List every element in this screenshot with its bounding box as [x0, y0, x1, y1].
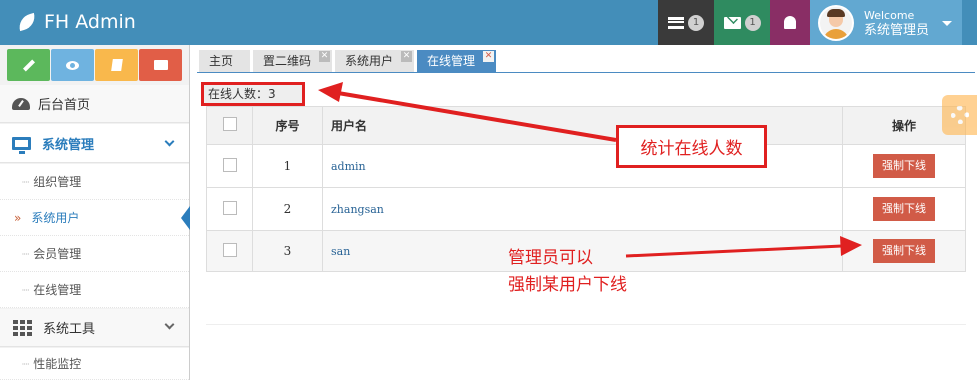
tab-label: 在线管理: [427, 54, 476, 68]
shortcut-book-button[interactable]: [95, 49, 138, 81]
divider: [206, 324, 966, 325]
sidebar: 后台首页 系统管理 ┈ 组织管理 » 系统用户 ┈ 会员管理 ┈ 在线管理 系统…: [0, 45, 190, 380]
active-pointer-icon: [181, 206, 190, 230]
brand[interactable]: FH Admin: [16, 10, 136, 34]
monitor-icon: [12, 136, 31, 154]
leaf-icon: [16, 12, 38, 32]
chevron-up-icon: [164, 136, 175, 147]
sidebar-subitem-label: 组织管理: [33, 175, 82, 189]
arrow-head-count: [318, 82, 343, 102]
tab-home[interactable]: 主页: [199, 50, 250, 72]
close-icon[interactable]: ✕: [401, 51, 412, 62]
sidebar-item-label: 系统工具: [43, 322, 96, 337]
sidebar-subitem-label: 系统用户: [31, 211, 80, 225]
sidebar-subitem-org[interactable]: ┈ 组织管理: [0, 164, 189, 200]
sidebar-item-system-tools[interactable]: 系统工具: [0, 309, 189, 347]
tab-label: 置二维码: [263, 54, 312, 68]
settings-toggle[interactable]: [942, 95, 977, 135]
tab-system-users[interactable]: 系统用户 ✕: [335, 50, 414, 72]
sidebar-subitem-performance[interactable]: ┈ 性能监控: [0, 348, 189, 380]
sidebar-item-system-management[interactable]: 系统管理: [0, 124, 189, 163]
sidebar-subitem-members[interactable]: ┈ 会员管理: [0, 236, 189, 272]
eye-icon: [66, 60, 79, 70]
annotation-count-box: 统计在线人数: [616, 125, 767, 168]
shortcut-pencil-button[interactable]: [7, 49, 50, 81]
sidebar-subitem-label: 在线管理: [33, 283, 82, 297]
annotation-count-text: 统计在线人数: [640, 139, 743, 159]
row-checkbox[interactable]: [222, 157, 237, 172]
online-count-text: 在线人数：3: [208, 87, 276, 101]
sidebar-item-label: 后台首页: [38, 98, 91, 113]
annotation-kick-line2: 强制某用户下线: [508, 275, 627, 295]
gear-icon: [950, 106, 969, 124]
row-checkbox[interactable]: [222, 242, 237, 257]
grid-icon: [13, 319, 32, 336]
tab-qrcode[interactable]: 置二维码 ✕: [253, 50, 332, 72]
online-count-label: 在线人数：3: [201, 82, 305, 106]
tab-bar: 主页 置二维码 ✕ 系统用户 ✕ 在线管理 ✕: [197, 0, 977, 75]
close-icon[interactable]: ✕: [319, 51, 330, 62]
shortcut-folder-button[interactable]: [139, 49, 182, 81]
folder-icon: [153, 60, 168, 70]
double-chevron-right-icon: »: [14, 210, 22, 225]
tab-label: 系统用户: [345, 54, 394, 68]
annotation-kick-line1: 管理员可以: [508, 248, 593, 268]
row-username: zhangsan: [322, 187, 843, 231]
table-header-row: 序号 用户名 操作: [206, 106, 966, 145]
tab-label: 主页: [209, 54, 234, 68]
sidebar-subitem-label: 性能监控: [33, 357, 82, 371]
force-logout-button[interactable]: 强制下线: [873, 154, 935, 178]
force-logout-button[interactable]: 强制下线: [873, 239, 935, 263]
sidebar-item-label: 系统管理: [42, 137, 95, 153]
book-icon: [110, 59, 123, 71]
sidebar-subitem-label: 会员管理: [33, 247, 82, 261]
select-all-checkbox[interactable]: [222, 117, 237, 131]
tab-online-management[interactable]: 在线管理 ✕: [417, 50, 496, 72]
sidebar-subitem-system-users[interactable]: » 系统用户: [0, 200, 190, 236]
close-icon[interactable]: ✕: [483, 51, 494, 62]
row-checkbox[interactable]: [222, 200, 237, 215]
row-index: 3: [252, 230, 323, 272]
tab-underline: [197, 72, 975, 73]
table-row: 1 admin 强制下线: [206, 144, 966, 188]
pencil-icon: [22, 58, 35, 72]
shortcut-eye-button[interactable]: [51, 49, 94, 81]
row-index: 1: [252, 144, 323, 188]
app-title: FH Admin: [44, 11, 136, 33]
table-row: 2 zhangsan 强制下线: [206, 187, 966, 231]
sidebar-subitem-online[interactable]: ┈ 在线管理: [0, 272, 189, 308]
header-index: 序号: [252, 106, 323, 145]
force-logout-button[interactable]: 强制下线: [873, 197, 935, 221]
select-all-cell: [206, 106, 253, 145]
dashboard-icon: [12, 97, 30, 110]
sidebar-item-dashboard[interactable]: 后台首页: [0, 85, 189, 123]
chevron-down-icon: [164, 319, 175, 330]
row-index: 2: [252, 187, 323, 231]
